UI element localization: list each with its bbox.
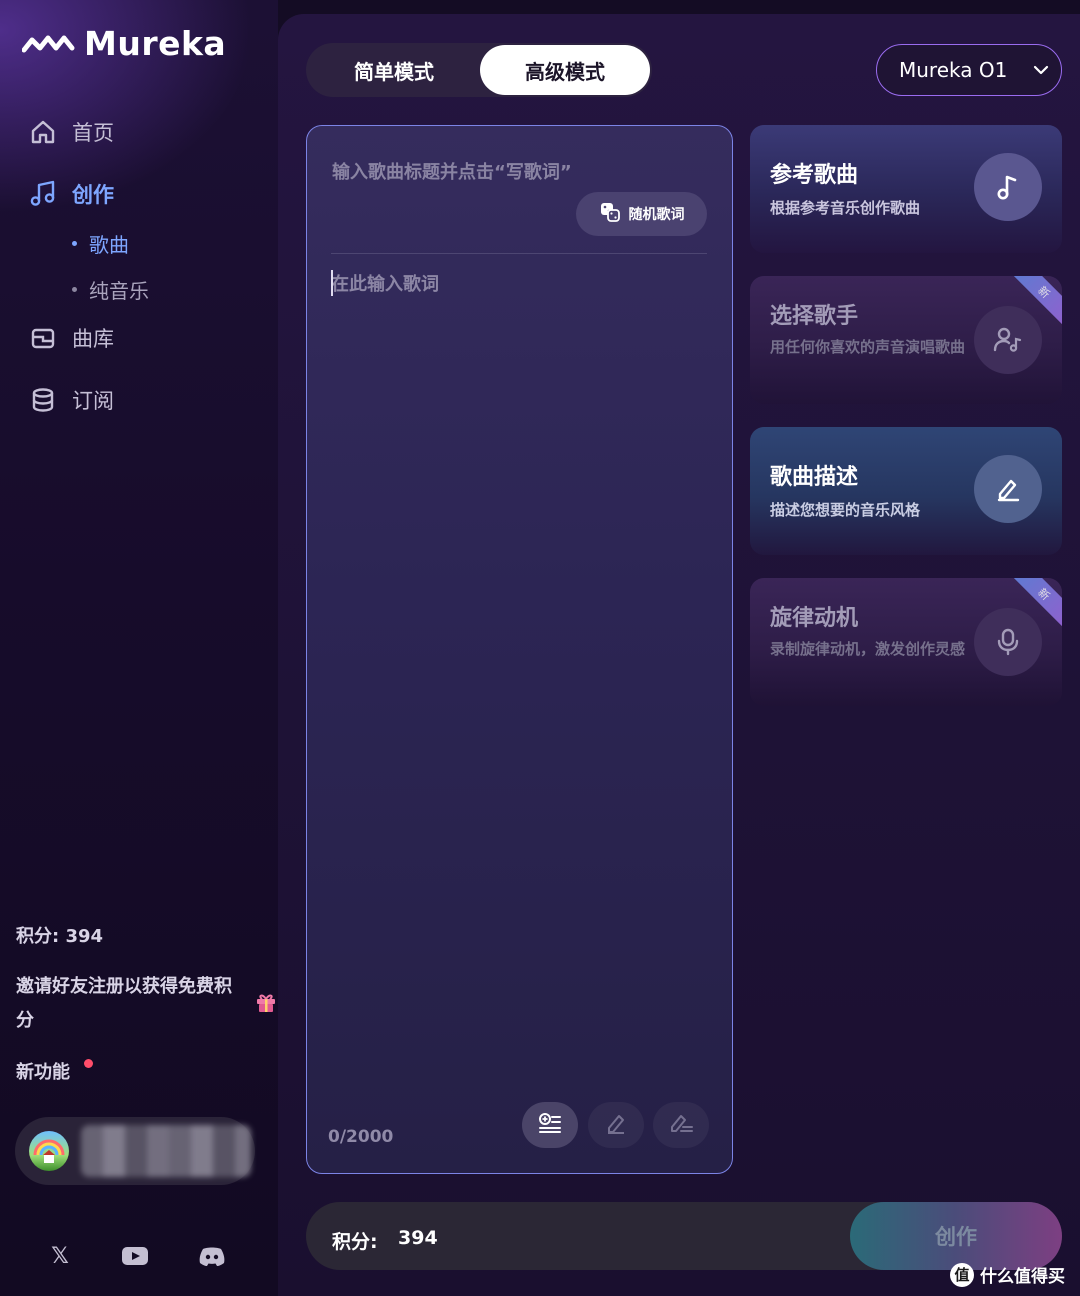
dice-icon xyxy=(599,201,621,227)
sidebar-sub-song[interactable]: 歌曲 xyxy=(72,229,129,258)
database-icon xyxy=(28,385,58,415)
username-blurred xyxy=(81,1125,251,1177)
card-desc: 描述您想要的音乐风格 xyxy=(770,501,921,519)
lyrics-textarea[interactable]: 在此输入歌词 xyxy=(331,270,439,296)
add-lines-icon xyxy=(537,1111,563,1139)
library-icon xyxy=(28,323,58,353)
card-title: 选择歌手 xyxy=(770,304,859,329)
nav-create[interactable]: 创作 xyxy=(28,179,114,209)
notification-dot xyxy=(84,1059,93,1068)
character-counter: 0/2000 xyxy=(328,1127,394,1147)
chevron-down-icon xyxy=(1021,65,1061,75)
sidebar-sub-instrumental[interactable]: 纯音乐 xyxy=(72,275,149,304)
nav-home[interactable]: 首页 xyxy=(28,117,114,147)
mode-simple-tab[interactable]: 简单模式 xyxy=(308,45,480,95)
x-icon[interactable]: 𝕏 xyxy=(46,1242,74,1270)
watermark-logo: 值 xyxy=(950,1262,974,1287)
random-lyrics-button[interactable]: 随机歌词 xyxy=(576,192,707,236)
bullet-dot xyxy=(72,241,77,246)
pen-icon xyxy=(974,455,1042,523)
editor-divider xyxy=(331,253,707,254)
pen-lines-icon xyxy=(668,1111,694,1139)
home-icon xyxy=(28,117,58,147)
avatar xyxy=(29,1131,69,1171)
model-selector-label: Mureka O1 xyxy=(899,58,1008,82)
bullet-dot xyxy=(72,287,77,292)
watermark-text: 什么值得买 xyxy=(980,1267,1065,1287)
text-caret xyxy=(331,270,333,296)
music-note-icon xyxy=(974,153,1042,221)
user-profile[interactable] xyxy=(15,1117,255,1185)
song-title-input[interactable]: 输入歌曲标题并点击“写歌词” xyxy=(332,158,572,184)
nav-home-label: 首页 xyxy=(72,121,114,145)
invite-friends-link[interactable]: 邀请好友注册以获得免费积分 xyxy=(16,970,248,1038)
mode-advanced-tab[interactable]: 高级模式 xyxy=(480,45,650,95)
nav-library-label: 曲库 xyxy=(72,327,114,351)
card-song-description[interactable]: 歌曲描述 描述您想要的音乐风格 xyxy=(750,427,1062,555)
new-features-link[interactable]: 新功能 xyxy=(16,1058,70,1084)
youtube-icon[interactable] xyxy=(121,1242,149,1270)
sub-song-label: 歌曲 xyxy=(89,233,129,257)
card-title: 歌曲描述 xyxy=(770,465,859,490)
singer-icon xyxy=(974,306,1042,374)
nav-subscribe[interactable]: 订阅 xyxy=(28,385,114,415)
credits-label: 积分: xyxy=(332,1231,378,1253)
rewrite-button[interactable] xyxy=(653,1102,709,1148)
microphone-icon xyxy=(974,608,1042,676)
card-title: 参考歌曲 xyxy=(770,163,859,188)
random-lyrics-label: 随机歌词 xyxy=(628,207,685,223)
credits-value: 394 xyxy=(398,1227,438,1249)
gift-icon[interactable] xyxy=(254,990,278,1014)
mureka-logo[interactable]: Mureka xyxy=(22,24,226,63)
discord-icon[interactable] xyxy=(198,1242,226,1270)
card-melody-motif[interactable]: 旋律动机 录制旋律动机，激发创作灵感 新 xyxy=(750,578,1062,706)
model-selector[interactable]: Mureka O1 xyxy=(876,44,1062,96)
card-title: 旋律动机 xyxy=(770,606,859,631)
pen-icon xyxy=(604,1111,628,1139)
card-desc: 用任何你喜欢的声音演唱歌曲 xyxy=(770,338,966,356)
card-choose-singer[interactable]: 选择歌手 用任何你喜欢的声音演唱歌曲 新 xyxy=(750,276,1062,404)
mode-toggle: 简单模式 高级模式 xyxy=(306,43,652,97)
card-desc: 录制旋律动机，激发创作灵感 xyxy=(770,640,966,658)
sub-instrumental-label: 纯音乐 xyxy=(89,279,149,303)
brand-name: Mureka xyxy=(84,24,227,63)
watermark: 值 什么值得买 xyxy=(950,1262,1065,1287)
edit-button[interactable] xyxy=(588,1102,644,1148)
create-button[interactable]: 创作 xyxy=(850,1202,1062,1270)
nav-library[interactable]: 曲库 xyxy=(28,323,114,353)
sidebar-credits: 积分: 394 xyxy=(16,926,104,947)
mureka-logo-icon xyxy=(22,35,75,52)
lyrics-tool-button[interactable] xyxy=(522,1102,578,1148)
music-note-icon xyxy=(28,179,58,209)
nav-subscribe-label: 订阅 xyxy=(72,389,114,413)
card-reference-song[interactable]: 参考歌曲 根据参考音乐创作歌曲 xyxy=(750,125,1062,253)
nav-create-label: 创作 xyxy=(72,183,114,207)
card-desc: 根据参考音乐创作歌曲 xyxy=(770,199,921,217)
